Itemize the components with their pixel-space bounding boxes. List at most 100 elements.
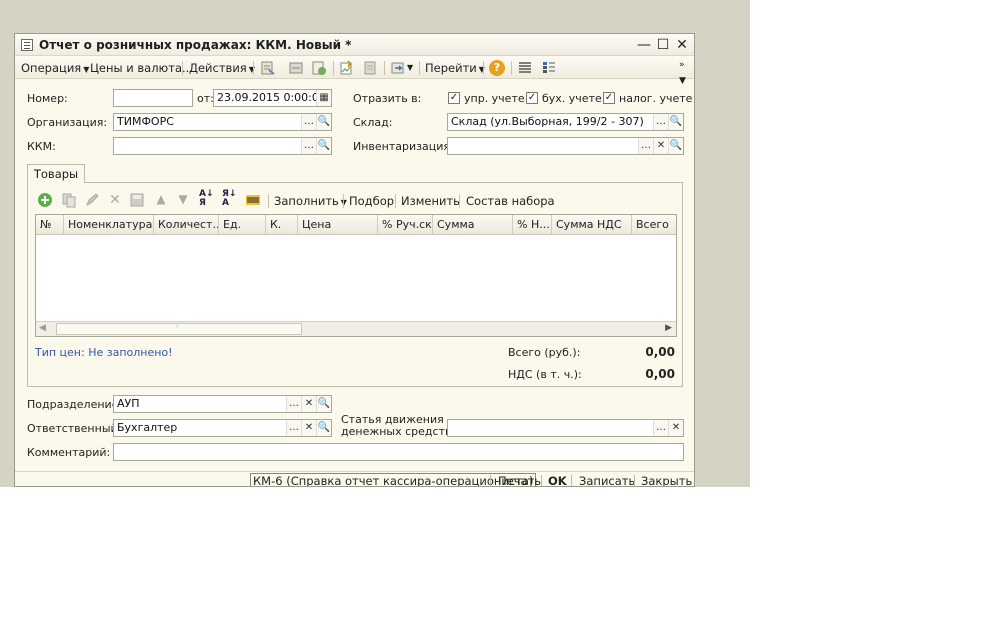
search-icon[interactable]: 🔍: [316, 396, 331, 412]
search-icon[interactable]: 🔍: [316, 138, 331, 154]
search-icon[interactable]: 🔍: [316, 420, 331, 436]
price-type-warning[interactable]: Тип цен: Не заполнено!: [35, 346, 173, 359]
date-value: 23.09.2015 0:00:00: [217, 91, 326, 104]
close-window-button[interactable]: Закрыть: [641, 474, 692, 486]
vat-label: НДС (в т. ч.):: [508, 368, 582, 381]
column-header[interactable]: Сумма: [433, 215, 513, 235]
table-header: № Номенклатура Количест... Ед. К. Цена %…: [36, 215, 676, 235]
ellipsis-icon[interactable]: …: [301, 114, 316, 130]
print-button[interactable]: Печать: [498, 474, 541, 486]
tab-goods[interactable]: Товары: [27, 164, 85, 183]
clear-icon[interactable]: ✕: [653, 138, 668, 154]
cashflow-item-input[interactable]: … ✕: [447, 419, 684, 437]
add-icon[interactable]: [37, 192, 53, 208]
sort-descending-icon[interactable]: Я↓ A: [222, 190, 238, 208]
inventory-input[interactable]: … ✕ 🔍: [447, 137, 684, 155]
list-view-icon[interactable]: [517, 60, 533, 76]
actions-menu[interactable]: Действия ▼: [189, 60, 255, 76]
change-button[interactable]: Изменить: [401, 193, 460, 209]
close-button[interactable]: ✕: [673, 36, 691, 54]
copy-icon[interactable]: [61, 192, 77, 208]
ellipsis-icon[interactable]: …: [286, 420, 301, 436]
number-input[interactable]: [113, 89, 193, 107]
column-header[interactable]: % Руч.ск.: [378, 215, 433, 235]
calendar-icon[interactable]: ▦: [316, 90, 331, 106]
create-based-on-icon[interactable]: [339, 60, 355, 76]
barcode-icon[interactable]: [245, 192, 261, 208]
responsible-label: Ответственный:: [27, 422, 122, 435]
scrollbar-thumb[interactable]: ◦: [56, 322, 302, 335]
help-icon[interactable]: ?: [489, 60, 505, 76]
main-toolbar: Операция ▼ Цены и валюта... Действия ▼ ▼ П…: [15, 57, 694, 86]
prices-currency-button[interactable]: Цены и валюта...: [90, 60, 193, 76]
column-header[interactable]: Номенклатура: [64, 215, 154, 235]
toolbar-divider: [395, 194, 396, 208]
refresh-icon[interactable]: [311, 60, 327, 76]
ellipsis-icon[interactable]: …: [638, 138, 653, 154]
chevron-down-icon[interactable]: ▼: [407, 60, 413, 76]
delete-icon[interactable]: ✕: [107, 192, 123, 208]
column-header[interactable]: % Н...: [513, 215, 552, 235]
comment-input[interactable]: [113, 443, 684, 461]
clear-icon[interactable]: ✕: [301, 396, 316, 412]
toolbar-divider: [541, 475, 542, 486]
document-icon: [21, 39, 33, 51]
column-header[interactable]: Сумма НДС: [552, 215, 632, 235]
minimize-button[interactable]: —: [635, 36, 653, 54]
sort-ascending-icon[interactable]: A↓ Я: [199, 190, 215, 208]
goods-table[interactable]: № Номенклатура Количест... Ед. К. Цена %…: [35, 214, 677, 337]
column-header[interactable]: К.: [266, 215, 298, 235]
scroll-left-icon[interactable]: ◀: [39, 323, 46, 333]
toolbar-divider: [571, 475, 572, 486]
search-icon[interactable]: 🔍: [316, 114, 331, 130]
km6-print-button[interactable]: КМ-6 (Справка отчет кассира-операционист…: [250, 473, 537, 486]
clear-icon[interactable]: ✕: [301, 420, 316, 436]
bookkeeping-checkbox[interactable]: ✓: [526, 92, 538, 104]
move-down-icon[interactable]: ▼: [175, 192, 191, 208]
column-header[interactable]: Всего: [632, 215, 676, 235]
date-input[interactable]: 23.09.2015 0:00:00 ▦: [213, 89, 332, 107]
search-icon[interactable]: 🔍: [668, 138, 683, 154]
division-input[interactable]: АУП … ✕ 🔍: [113, 395, 332, 413]
print-preview-icon[interactable]: [362, 60, 378, 76]
bottom-command-bar: КМ-6 (Справка отчет кассира-операционист…: [15, 471, 694, 486]
toolbar-divider: [268, 194, 269, 208]
column-header[interactable]: №: [36, 215, 64, 235]
post-document-icon[interactable]: [260, 60, 276, 76]
export-icon[interactable]: [390, 60, 406, 76]
title-bar[interactable]: Отчет о розничных продажах: ККМ. Новый *…: [15, 34, 694, 56]
warehouse-input[interactable]: Склад (ул.Выборная, 199/2 - 307) … 🔍: [447, 113, 684, 131]
kit-composition-button[interactable]: Состав набора: [466, 193, 555, 209]
save-button[interactable]: Записать: [579, 474, 635, 486]
ellipsis-icon[interactable]: …: [653, 114, 668, 130]
edit-icon[interactable]: [84, 192, 100, 208]
toolbar-divider: [253, 61, 254, 75]
cashflow-label-line-2: денежных средств:: [341, 425, 456, 438]
move-up-icon[interactable]: ▲: [153, 192, 169, 208]
maximize-button[interactable]: ☐: [654, 36, 672, 54]
ellipsis-icon[interactable]: …: [286, 396, 301, 412]
tax-accounting-checkbox[interactable]: ✓: [603, 92, 615, 104]
search-icon[interactable]: 🔍: [668, 114, 683, 130]
hierarchy-icon[interactable]: [541, 60, 557, 76]
management-accounting-checkbox[interactable]: ✓: [448, 92, 460, 104]
column-header[interactable]: Цена: [298, 215, 378, 235]
scroll-right-icon[interactable]: ▶: [665, 323, 672, 333]
column-header[interactable]: Ед.: [219, 215, 266, 235]
responsible-input[interactable]: Бухгалтер … ✕ 🔍: [113, 419, 332, 437]
selection-button[interactable]: Подбор: [349, 193, 394, 209]
ellipsis-icon[interactable]: …: [653, 420, 668, 436]
ellipsis-icon[interactable]: …: [301, 138, 316, 154]
kkm-input[interactable]: … 🔍: [113, 137, 332, 155]
end-edit-icon[interactable]: [129, 192, 145, 208]
ok-button[interactable]: OK: [548, 474, 567, 486]
goto-menu[interactable]: Перейти ▼: [425, 60, 485, 76]
organization-input[interactable]: ТИМФОРС … 🔍: [113, 113, 332, 131]
structure-icon[interactable]: [288, 60, 304, 76]
clear-icon[interactable]: ✕: [668, 420, 683, 436]
horizontal-scrollbar[interactable]: ◀ ◦ ▶: [36, 321, 676, 336]
column-header[interactable]: Количест...: [154, 215, 219, 235]
operation-menu[interactable]: Операция ▼: [21, 60, 89, 76]
fill-menu[interactable]: Заполнить▼: [274, 193, 347, 209]
chevron-double-right-icon[interactable]: » ▼: [679, 57, 686, 86]
